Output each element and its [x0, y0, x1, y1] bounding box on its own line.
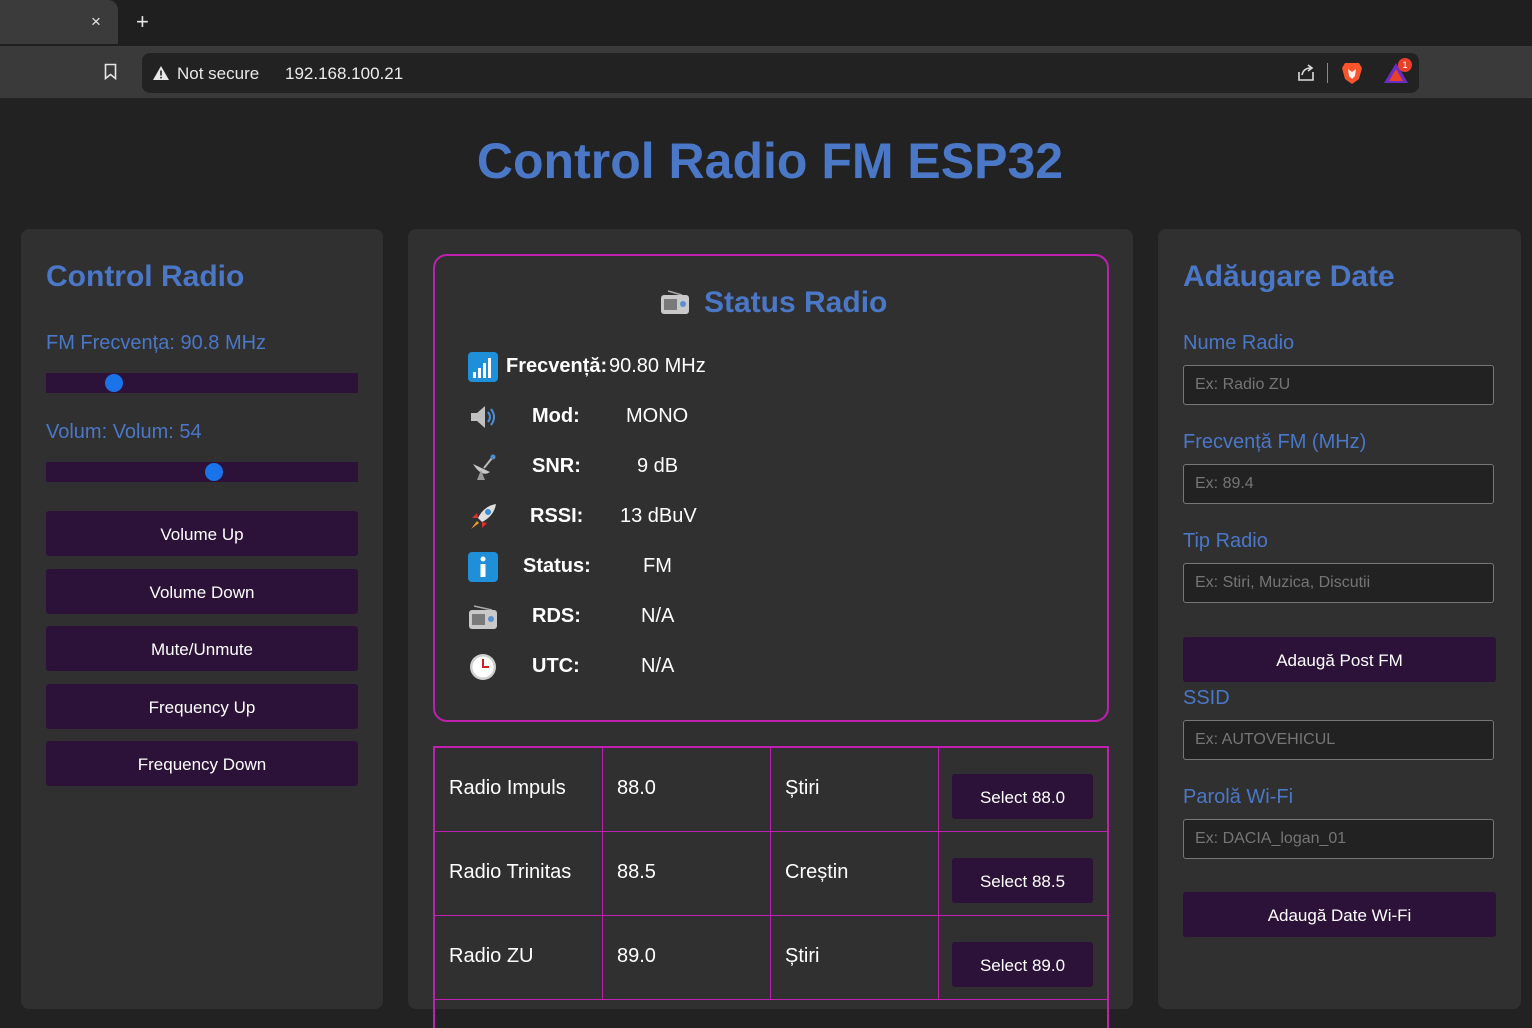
status-row-status: Status: FM [468, 551, 1068, 583]
volume-slider[interactable] [46, 462, 358, 482]
mode-value: MONO [626, 405, 689, 427]
table-row: Radio ZU 89.0 Știri Select 89.0 [435, 916, 1107, 1000]
ssid-input[interactable] [1183, 720, 1494, 760]
tab-bar: × + [0, 0, 1532, 46]
status-row-frequency: Frecvență: 90.80 MHz [468, 351, 1068, 383]
wifi-password-label: Parolă Wi-Fi [1183, 786, 1294, 808]
status-panel: Status Radio Frecvență: 90.80 MHz Mod: M… [408, 229, 1133, 1028]
security-label[interactable]: Not secure [177, 64, 259, 84]
status-box: Status Radio Frecvență: 90.80 MHz Mod: M… [433, 254, 1109, 722]
url-text[interactable]: 192.168.100.21 [285, 64, 403, 84]
toolbar-separator [1327, 63, 1328, 83]
frequency-label: FM Frecvența: 90.8 MHz [46, 332, 267, 354]
select-station-button[interactable]: Select 88.0 [952, 774, 1093, 819]
share-icon[interactable] [1296, 63, 1316, 83]
select-station-button[interactable]: Select 88.5 [952, 858, 1093, 903]
volume-slider-thumb[interactable] [205, 463, 223, 481]
info-icon [468, 552, 498, 582]
ssid-label: SSID [1183, 687, 1230, 709]
radio-frequency-input[interactable] [1183, 464, 1494, 504]
radio-name-input[interactable] [1183, 365, 1494, 405]
wifi-password-input[interactable] [1183, 819, 1494, 859]
rssi-value: 13 dBuV [620, 505, 697, 527]
mute-button[interactable]: Mute/Unmute [46, 626, 358, 671]
status-heading: Status Radio [660, 286, 887, 320]
add-station-button[interactable]: Adaugă Post FM [1183, 637, 1496, 682]
add-wifi-button[interactable]: Adaugă Date Wi-Fi [1183, 892, 1496, 937]
warning-icon[interactable] [152, 65, 170, 81]
rds-key: RDS: [532, 605, 581, 627]
snr-value: 9 dB [637, 455, 679, 477]
status-row-rds: RDS: N/A [468, 601, 1068, 633]
station-type-cell: Știri [771, 916, 939, 999]
status-row-snr: SNR: 9 dB [468, 451, 1068, 483]
clock-icon [470, 654, 496, 680]
bookmark-icon[interactable] [104, 63, 117, 80]
browser-toolbar: Not secure 192.168.100.21 1 [0, 46, 1532, 98]
radio-type-label: Tip Radio [1183, 530, 1268, 552]
snr-key: SNR: [532, 455, 581, 477]
status-row-utc: UTC: N/A [468, 651, 1068, 683]
station-action-cell: Select 88.0 [939, 748, 1107, 831]
stations-table: Radio Impuls 88.0 Știri Select 88.0 Radi… [433, 746, 1109, 1028]
station-type-cell: Știri [771, 748, 939, 831]
add-data-panel: Adăugare Date Nume Radio Frecvență FM (M… [1158, 229, 1521, 1009]
station-frequency-cell: 88.5 [603, 832, 771, 915]
station-frequency-cell: 89.0 [603, 916, 771, 999]
volume-label: Volum: Volum: 54 [46, 421, 202, 443]
status-key: Status: [523, 555, 591, 577]
status-row-rssi: RSSI: 13 dBuV [468, 501, 1068, 533]
add-data-heading: Adăugare Date [1183, 260, 1395, 293]
station-action-cell: Select 89.0 [939, 916, 1107, 999]
station-name-cell: Radio ZU [435, 916, 603, 999]
volume-up-button[interactable]: Volume Up [46, 511, 358, 556]
utc-key: UTC: [532, 655, 580, 677]
address-bar[interactable]: Not secure 192.168.100.21 1 [142, 53, 1419, 93]
frequency-value: 90.80 MHz [609, 355, 706, 377]
page-title: Control Radio FM ESP32 [476, 133, 1064, 189]
rds-value: N/A [641, 605, 675, 627]
control-heading: Control Radio [46, 260, 245, 293]
frequency-key: Frecvență: [506, 355, 608, 377]
frequency-up-button[interactable]: Frequency Up [46, 684, 358, 729]
station-type-cell: Creștin [771, 832, 939, 915]
satellite-icon [473, 454, 496, 480]
radio-frequency-label: Frecvență FM (MHz) [1183, 431, 1367, 453]
frequency-slider-thumb[interactable] [105, 374, 123, 392]
station-action-cell: Select 88.5 [939, 832, 1107, 915]
radio-name-label: Nume Radio [1183, 332, 1295, 354]
status-row-mode: Mod: MONO [468, 401, 1068, 433]
volume-down-button[interactable]: Volume Down [46, 569, 358, 614]
notification-badge: 1 [1398, 58, 1412, 72]
station-frequency-cell: 88.0 [603, 748, 771, 831]
select-station-button[interactable]: Select 89.0 [952, 942, 1093, 987]
utc-value: N/A [641, 655, 675, 677]
control-panel: Control Radio FM Frecvența: 90.8 MHz Vol… [21, 229, 383, 1009]
browser-tab[interactable]: × [0, 0, 118, 44]
radio-icon [661, 290, 689, 314]
signal-bars-icon [468, 352, 498, 382]
table-row: Radio Impuls 88.0 Știri Select 88.0 [435, 748, 1107, 832]
table-row: Radio Trinitas 88.5 Creștin Select 88.5 [435, 832, 1107, 916]
status-heading-text: Status Radio [704, 286, 888, 319]
radio-type-input[interactable] [1183, 563, 1494, 603]
mode-key: Mod: [532, 405, 580, 427]
radio-icon [469, 605, 497, 629]
brave-shields-icon[interactable] [1341, 61, 1363, 85]
frequency-slider[interactable] [46, 373, 358, 393]
station-name-cell: Radio Trinitas [435, 832, 603, 915]
close-tab-icon[interactable]: × [91, 11, 101, 33]
status-value: FM [643, 555, 672, 577]
speaker-icon [471, 406, 495, 428]
station-name-cell: Radio Impuls [435, 748, 603, 831]
rocket-icon [471, 504, 496, 529]
rssi-key: RSSI: [530, 505, 584, 527]
new-tab-button[interactable]: + [136, 10, 149, 34]
frequency-down-button[interactable]: Frequency Down [46, 741, 358, 786]
